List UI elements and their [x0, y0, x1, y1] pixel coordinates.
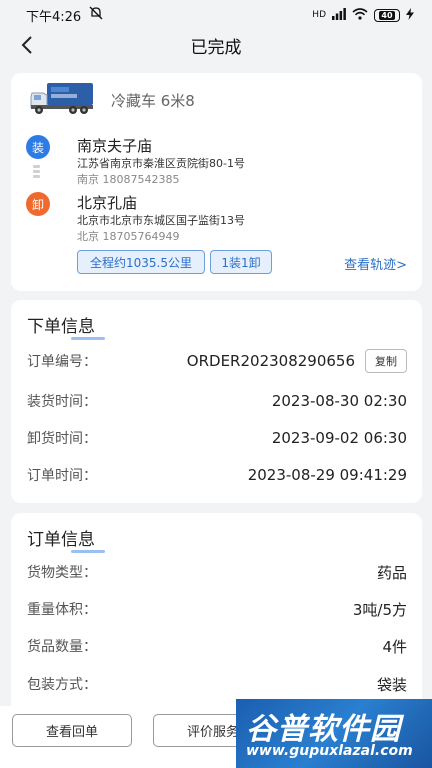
- nav-bar: 已完成: [0, 30, 432, 60]
- order-number-row: 订单编号： ORDER202308290656 复制: [27, 349, 407, 373]
- order-number-value: ORDER202308290656: [186, 352, 355, 370]
- status-bar: 下午4:26 HD 40: [0, 0, 432, 30]
- battery-level: 40: [379, 10, 395, 20]
- weight-volume-row: 重量体积： 3吨/5方: [27, 598, 407, 620]
- order-info-title: 下单信息: [27, 312, 105, 340]
- view-track-link[interactable]: 查看轨迹>: [344, 254, 407, 273]
- status-left: 下午4:26: [26, 6, 103, 25]
- unload-time-label: 卸货时间：: [27, 431, 97, 447]
- order-time-value: 2023-08-29 09:41:29: [247, 466, 407, 484]
- unload-stop-address: 北京市北京市东城区国子监街13号: [77, 214, 245, 227]
- unload-stop-name: 北京孔庙: [77, 194, 138, 212]
- load-stop-name: 南京夫子庙: [77, 137, 153, 155]
- watermark-logo: 谷普软件园 www.gupuxlazal.com: [236, 699, 432, 768]
- wifi-icon: [352, 7, 368, 23]
- goods-type-label: 货物类型：: [27, 565, 97, 581]
- weight-volume-label: 重量体积：: [27, 602, 97, 618]
- page-title: 已完成: [190, 37, 242, 58]
- vehicle-row: 冷藏车 6米8: [29, 81, 195, 119]
- load-time-value: 2023-08-30 02:30: [271, 392, 407, 410]
- vehicle-type: 冷藏车 6米8: [111, 91, 195, 110]
- load-time-label: 装货时间：: [27, 394, 97, 410]
- watermark-url: www.gupuxlazal.com: [246, 743, 413, 759]
- load-badge: 装: [26, 135, 50, 159]
- network-label: HD: [312, 10, 326, 20]
- back-button[interactable]: [16, 34, 38, 56]
- charging-icon: [406, 7, 414, 23]
- goods-quantity-value: 4件: [382, 637, 407, 656]
- load-stop-address: 江苏省南京市秦淮区贡院街80-1号: [77, 157, 245, 170]
- goods-info-card: 订单信息 货物类型： 药品 重量体积： 3吨/5方 货品数量： 4件 包装方式：…: [11, 513, 422, 713]
- stops-tag: 1装1卸: [210, 250, 272, 274]
- packaging-value: 袋装: [376, 675, 407, 694]
- unload-time-value: 2023-09-02 06:30: [271, 429, 407, 447]
- goods-quantity-row: 货品数量： 4件: [27, 635, 407, 657]
- signal-icon: [332, 7, 346, 23]
- goods-type-row: 货物类型： 药品: [27, 561, 407, 583]
- unload-time-row: 卸货时间： 2023-09-02 06:30: [27, 427, 407, 449]
- order-info-card: 下单信息 订单编号： ORDER202308290656 复制 装货时间： 20…: [11, 300, 422, 503]
- weight-volume-value: 3吨/5方: [352, 600, 407, 619]
- status-right: HD 40: [312, 7, 414, 23]
- goods-quantity-label: 货品数量：: [27, 639, 97, 655]
- battery-icon: 40: [374, 8, 400, 22]
- goods-info-title: 订单信息: [27, 525, 105, 553]
- distance-tag: 全程约1035.5公里: [77, 250, 205, 274]
- back-arrow-icon: [21, 36, 32, 54]
- copy-button[interactable]: 复制: [365, 349, 407, 373]
- order-time-label: 订单时间：: [27, 468, 97, 484]
- goods-type-value: 药品: [376, 563, 407, 582]
- silent-icon: [89, 6, 103, 24]
- order-number-label: 订单编号：: [27, 354, 97, 370]
- truck-icon: [29, 81, 95, 119]
- packaging-row: 包装方式： 袋装: [27, 673, 407, 695]
- unload-stop-contact: 北京 18705764949: [77, 230, 180, 243]
- status-time: 下午4:26: [26, 9, 82, 25]
- order-number-group: ORDER202308290656 复制: [187, 349, 407, 373]
- view-receipt-button[interactable]: 查看回单: [12, 714, 132, 747]
- load-time-row: 装货时间： 2023-08-30 02:30: [27, 390, 407, 412]
- packaging-label: 包装方式：: [27, 677, 97, 693]
- load-stop-contact: 南京 18087542385: [77, 173, 180, 186]
- route-card: 冷藏车 6米8 装 南京夫子庙 江苏省南京市秦淮区贡院街80-1号 南京 180…: [11, 73, 422, 291]
- unload-badge: 卸: [26, 192, 50, 216]
- order-time-row: 订单时间： 2023-08-29 09:41:29: [27, 464, 407, 486]
- watermark-title: 谷普软件园: [246, 712, 401, 747]
- route-connector: [33, 165, 40, 178]
